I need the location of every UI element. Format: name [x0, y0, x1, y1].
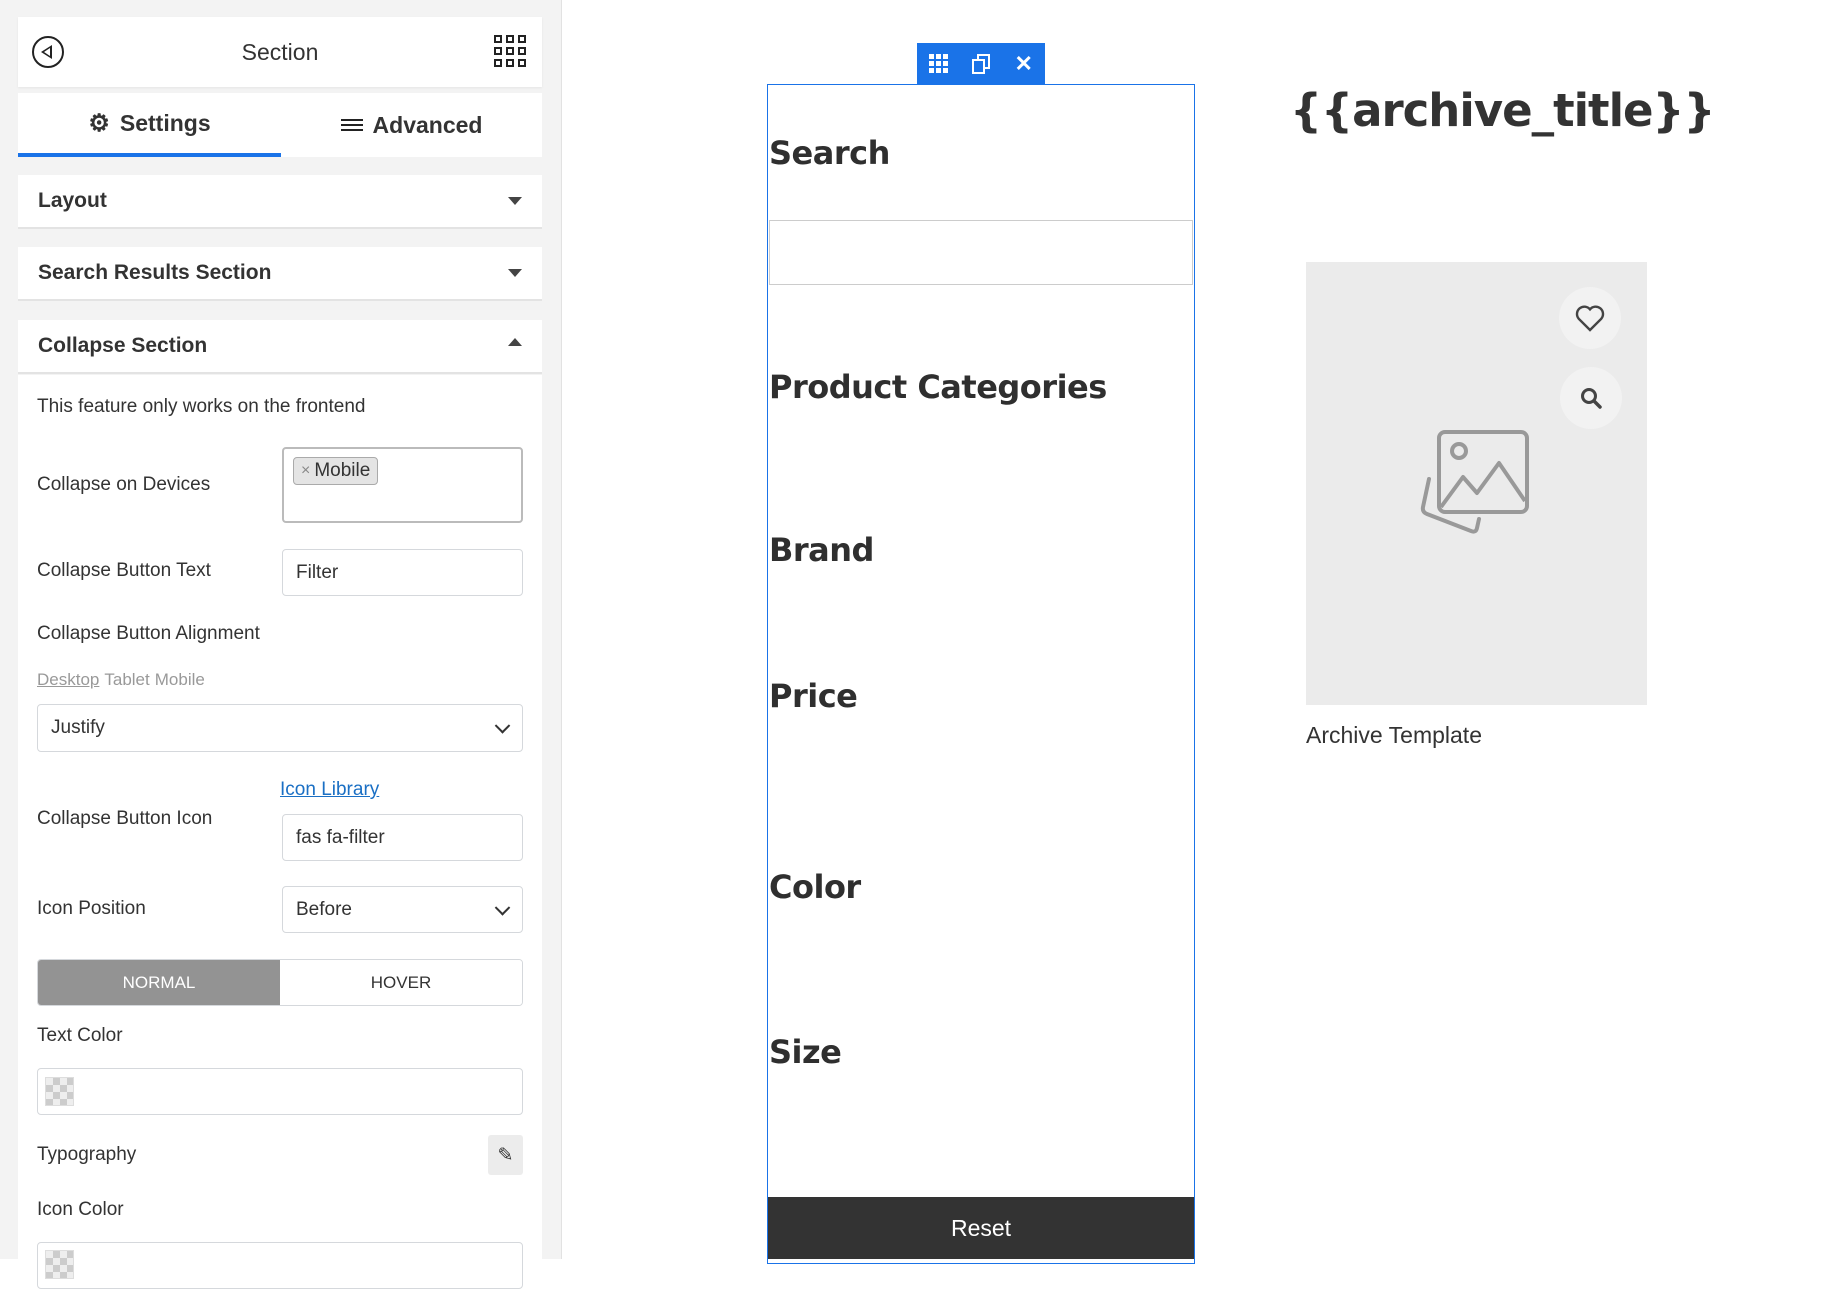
devices-label: Collapse on Devices — [37, 474, 211, 495]
filter-heading-search: Search — [769, 134, 890, 172]
icon-color-picker[interactable] — [37, 1242, 523, 1289]
state-tabs: NORMAL HOVER — [37, 959, 523, 1006]
icon-color-label: Icon Color — [37, 1199, 124, 1220]
wishlist-button[interactable] — [1559, 287, 1621, 349]
responsive-switcher: Desktop Tablet Mobile — [37, 670, 205, 690]
heart-icon — [1575, 305, 1605, 332]
product-caption[interactable]: Archive Template — [1306, 722, 1482, 749]
section-layout[interactable]: Layout — [18, 175, 542, 229]
section-collapse[interactable]: Collapse Section — [18, 320, 542, 374]
filter-heading-categories: Product Categories — [769, 368, 1107, 406]
caret-up-icon — [508, 338, 522, 346]
archive-title: {{archive_title}} — [1290, 84, 1716, 137]
sliders-icon — [340, 116, 363, 134]
caret-down-icon — [508, 269, 522, 277]
text-color-label: Text Color — [37, 1025, 123, 1046]
tab-hover[interactable]: HOVER — [280, 960, 522, 1005]
image-placeholder-icon — [1420, 430, 1529, 534]
chevron-down-icon — [494, 899, 511, 916]
caret-down-icon — [508, 197, 522, 205]
reset-button[interactable]: Reset — [768, 1197, 1194, 1259]
product-image-placeholder[interactable] — [1306, 262, 1647, 705]
filter-heading-size: Size — [769, 1033, 842, 1071]
search-input[interactable] — [769, 220, 1193, 285]
button-text-input[interactable]: Filter — [282, 549, 523, 596]
typography-label: Typography — [37, 1144, 137, 1165]
devices-multiselect[interactable]: × Mobile — [282, 447, 523, 523]
alignment-select[interactable]: Justify — [37, 704, 523, 752]
transparent-swatch-icon — [45, 1250, 74, 1279]
settings-panel: Section ⚙ Settings Advanced Layout Searc… — [0, 0, 562, 1289]
filter-heading-price: Price — [769, 677, 858, 715]
text-color-picker[interactable] — [37, 1068, 523, 1115]
panel-header: Section — [18, 17, 542, 87]
icon-library-link[interactable]: Icon Library — [280, 779, 379, 801]
pencil-icon[interactable]: ✎ — [488, 1135, 523, 1175]
panel-tabs: ⚙ Settings Advanced — [18, 93, 542, 157]
grid-icon[interactable] — [494, 35, 526, 67]
duplicate-icon[interactable] — [972, 53, 991, 74]
gear-icon: ⚙ — [88, 109, 110, 137]
filter-heading-brand: Brand — [769, 531, 874, 569]
transparent-swatch-icon — [45, 1077, 74, 1106]
tab-advanced[interactable]: Advanced — [281, 93, 542, 157]
tag-mobile: × Mobile — [293, 457, 379, 485]
button-icon-input[interactable]: fas fa-filter — [282, 814, 523, 861]
chevron-down-icon — [494, 718, 511, 734]
icon-position-label: Icon Position — [37, 898, 146, 919]
element-toolbar: ✕ — [917, 43, 1045, 84]
device-tablet[interactable]: Tablet — [104, 670, 149, 690]
notice-text: This feature only works on the frontend — [37, 396, 366, 417]
device-desktop[interactable]: Desktop — [37, 670, 99, 690]
button-text-label: Collapse Button Text — [37, 560, 211, 581]
tab-normal[interactable]: NORMAL — [38, 960, 280, 1005]
filter-heading-color: Color — [769, 868, 861, 906]
panel-title: Section — [241, 39, 319, 65]
device-mobile[interactable]: Mobile — [155, 670, 205, 690]
close-icon[interactable]: ✕ — [1014, 51, 1032, 77]
quickview-button[interactable] — [1560, 367, 1622, 429]
alignment-label: Collapse Button Alignment — [37, 623, 260, 644]
section-search-results[interactable]: Search Results Section — [18, 247, 542, 301]
tab-settings[interactable]: ⚙ Settings — [18, 93, 281, 157]
remove-tag-icon[interactable]: × — [301, 462, 310, 480]
grid-icon[interactable] — [929, 54, 949, 73]
icon-position-select[interactable]: Before — [282, 886, 523, 933]
search-icon — [1581, 388, 1602, 409]
button-icon-label: Collapse Button Icon — [37, 808, 213, 829]
